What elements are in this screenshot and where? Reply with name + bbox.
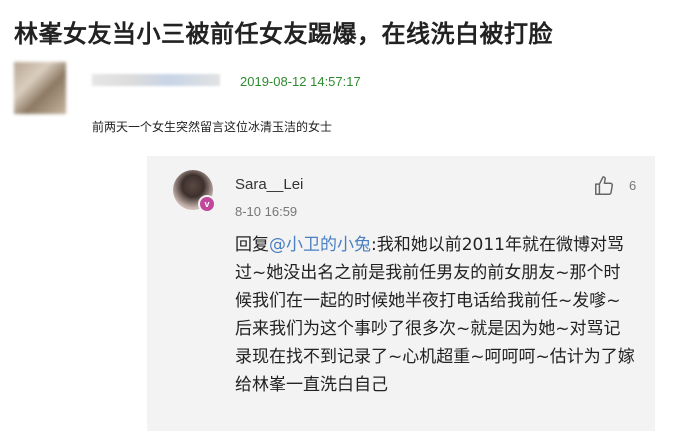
reply-avatar[interactable]: v xyxy=(173,170,216,213)
post-timestamp: 2019-08-12 14:57:17 xyxy=(240,74,361,89)
like-count: 6 xyxy=(629,178,637,193)
mention-link[interactable]: @小卫的小兔 xyxy=(269,235,371,255)
author-name-redacted xyxy=(92,74,220,86)
reply-username[interactable]: Sara__Lei xyxy=(235,176,303,193)
reply-card: v Sara__Lei 8-10 16:59 6 回复@小卫的小兔:我和她以前2… xyxy=(147,156,655,431)
reply-text: :我和她以前2011年就在微博对骂过~她没出名之前是我前任男友的前女朋友~那个时… xyxy=(235,235,635,395)
reply-prefix: 回复 xyxy=(235,235,269,255)
reply-body: 回复@小卫的小兔:我和她以前2011年就在微博对骂过~她没出名之前是我前任男友的… xyxy=(235,231,635,399)
verified-badge-icon: v xyxy=(198,195,216,213)
thumbs-up-icon[interactable] xyxy=(593,175,615,197)
avatar[interactable] xyxy=(14,62,66,114)
page-title: 林峯女友当小三被前任女友踢爆，在线洗白被打脸 xyxy=(14,20,553,48)
reply-time: 8-10 16:59 xyxy=(235,204,298,219)
post-text: 前两天一个女生突然留言这位冰清玉洁的女士 xyxy=(92,120,333,134)
